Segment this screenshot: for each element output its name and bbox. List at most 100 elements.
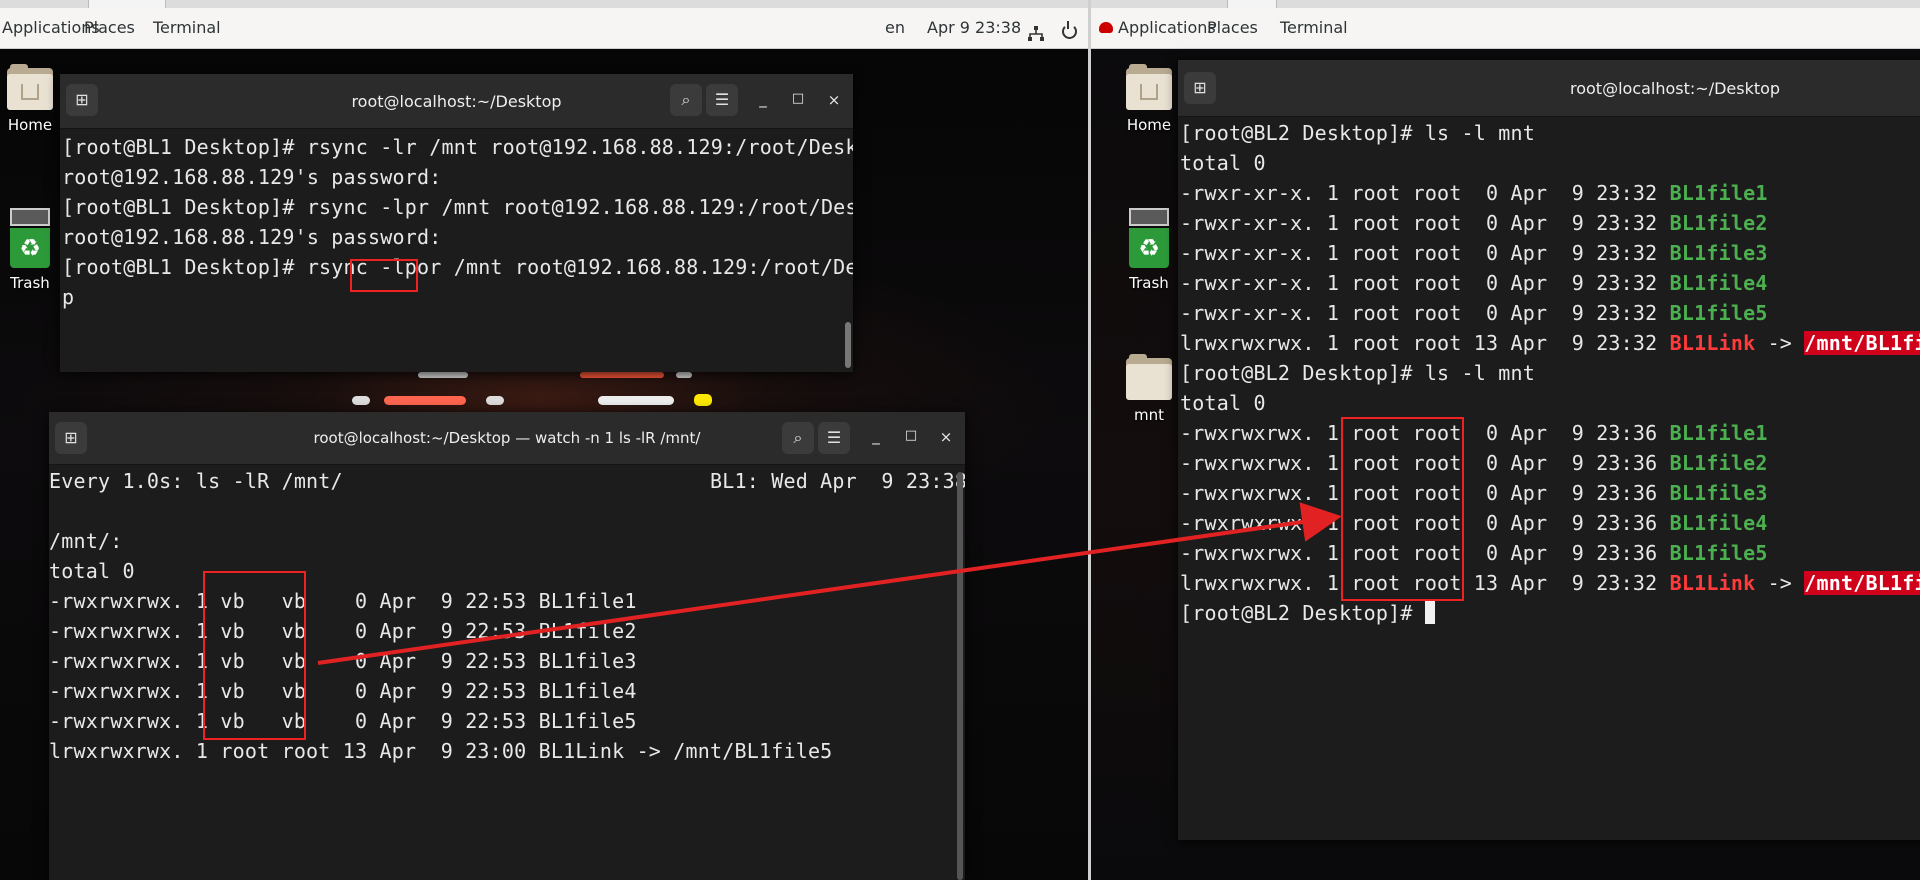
redhat-icon: [1099, 22, 1113, 33]
new-tab-button[interactable]: ⊞: [1184, 72, 1216, 104]
line: root@192.168.88.129's password:: [62, 225, 442, 249]
file-name: BL1file4: [1669, 511, 1768, 535]
line-text: -rwxr-xr-x. 1 root root 0 Apr 9 23:32: [1180, 181, 1670, 205]
titlebar[interactable]: ⊞ root@localhost:~/Desktop — watch -n 1 …: [49, 412, 965, 465]
clock[interactable]: Apr 9 23:38: [927, 19, 1021, 37]
trash-icon: ♻: [10, 208, 50, 268]
line: -rwxrwxrwx. 1 vb vb 0 Apr 9 22:53 BL1fil…: [49, 589, 637, 613]
link-arrow: ->: [1755, 331, 1805, 355]
desktop-trash[interactable]: ♻ Trash: [1109, 208, 1189, 292]
terminal-output[interactable]: [root@BL2 Desktop]# ls -l mnt total 0 -r…: [1180, 118, 1920, 628]
file-name: BL1file2: [1669, 451, 1768, 475]
search-button[interactable]: ⌕: [670, 84, 702, 116]
terminal-cursor: [1424, 600, 1435, 624]
line: [root@BL1 Desktop]# rsync -lpor /mnt roo…: [62, 255, 853, 279]
home-folder-icon: [7, 64, 53, 110]
file-name: BL1file2: [1669, 211, 1768, 235]
line-text: [root@BL2 Desktop]# ls -l mnt: [1180, 361, 1535, 385]
bg-light: [486, 396, 504, 405]
top-bar: Applications Places Terminal en Apr 9 23…: [0, 8, 1088, 49]
file-name: BL1file1: [1669, 181, 1768, 205]
window-title: root@localhost:~/Desktop: [1570, 79, 1781, 98]
watch-output[interactable]: Every 1.0s: ls -lR /mnt/ BL1: Wed Apr 9 …: [49, 466, 965, 766]
line: -rwxrwxrwx. 1 vb vb 0 Apr 9 22:53 BL1fil…: [49, 709, 637, 733]
line: -rwxrwxrwx. 1 vb vb 0 Apr 9 22:53 BL1fil…: [49, 619, 637, 643]
search-icon: ⌕: [681, 90, 691, 109]
search-button[interactable]: ⌕: [782, 422, 814, 454]
link-target: /mnt/BL1fil: [1804, 331, 1920, 355]
menu-button[interactable]: ☰: [706, 84, 738, 116]
desktop-mnt[interactable]: mnt: [1109, 354, 1189, 424]
home-folder-icon: [1126, 64, 1172, 110]
scrollbar[interactable]: [957, 472, 963, 880]
line: [root@BL1 Desktop]# rsync -lpr /mnt root…: [62, 195, 853, 219]
file-name: BL1file5: [1669, 541, 1768, 565]
terminal-output[interactable]: [root@BL1 Desktop]# rsync -lr /mnt root@…: [62, 132, 853, 312]
annotation-box-owner-vb: [203, 571, 306, 740]
line-text: lrwxrwxrwx. 1 root root 13 Apr 9 23:32: [1180, 331, 1670, 355]
hamburger-menu-icon: ☰: [826, 428, 842, 447]
folder-icon: [1126, 354, 1172, 400]
top-bar: Applications Places Terminal: [1091, 8, 1920, 49]
titlebar[interactable]: ⊞ root@localhost:~/Desktop ⌕ ☰ _ □ ×: [60, 74, 853, 129]
vm-tab-strip: [0, 0, 1088, 8]
close-button[interactable]: ×: [825, 91, 843, 109]
search-icon: ⌕: [793, 428, 803, 447]
terminal-window-rsync[interactable]: ⊞ root@localhost:~/Desktop ⌕ ☰ _ □ × [ro…: [60, 74, 853, 372]
link-arrow: ->: [1755, 571, 1805, 595]
file-name: BL1file1: [1669, 421, 1768, 445]
places-menu[interactable]: Places: [1207, 19, 1258, 37]
link-target: /mnt/BL1fil: [1804, 571, 1920, 595]
desktop-home[interactable]: Home: [1109, 64, 1189, 134]
line-text: total 0: [1180, 391, 1266, 415]
menu-button[interactable]: ☰: [818, 422, 850, 454]
bg-light: [598, 396, 674, 405]
vm-tab[interactable]: [1227, 0, 1277, 8]
power-icon[interactable]: [1062, 21, 1077, 39]
line: /mnt/:: [49, 529, 123, 553]
desktop-mnt-label: mnt: [1134, 406, 1164, 424]
bg-light: [694, 394, 712, 406]
network-icon[interactable]: [1028, 26, 1044, 42]
desktop-trash-label: Trash: [1129, 274, 1169, 292]
file-name: BL1file4: [1669, 271, 1768, 295]
minimize-button[interactable]: _: [867, 427, 885, 445]
line-text: -rwxr-xr-x. 1 root root 0 Apr 9 23:32: [1180, 211, 1670, 235]
terminal-menu[interactable]: Terminal: [153, 19, 221, 37]
vm-screen-right: Applications Places Terminal Home ♻ Tras…: [1091, 0, 1920, 880]
maximize-button[interactable]: □: [902, 428, 920, 443]
annotation-box-owner-root: [1341, 417, 1464, 601]
desktop-home-label: Home: [1126, 116, 1172, 134]
vm-tab[interactable]: [88, 0, 166, 8]
terminal-menu[interactable]: Terminal: [1280, 19, 1348, 37]
line: Every 1.0s: ls -lR /mnt/ BL1: Wed Apr 9 …: [49, 469, 965, 493]
line-text: [root@BL2 Desktop]#: [1180, 601, 1425, 625]
file-name: BL1Link: [1669, 571, 1756, 595]
line-text: -rwxr-xr-x. 1 root root 0 Apr 9 23:32: [1180, 271, 1670, 295]
vm-tab-strip: [1091, 0, 1920, 8]
line: root@192.168.88.129's password:: [62, 165, 442, 189]
titlebar[interactable]: ⊞ root@localhost:~/Desktop: [1178, 60, 1920, 117]
scrollbar[interactable]: [845, 322, 851, 368]
applications-menu[interactable]: Applications: [1118, 19, 1216, 37]
bg-light: [676, 372, 692, 378]
keyboard-language[interactable]: en: [885, 19, 905, 37]
minimize-button[interactable]: _: [754, 90, 772, 108]
hamburger-menu-icon: ☰: [714, 90, 730, 109]
places-menu[interactable]: Places: [84, 19, 135, 37]
new-tab-icon: ⊞: [1193, 78, 1207, 97]
maximize-button[interactable]: □: [789, 91, 807, 106]
terminal-window-bl2[interactable]: ⊞ root@localhost:~/Desktop [root@BL2 Des…: [1178, 60, 1920, 840]
line: -rwxrwxrwx. 1 vb vb 0 Apr 9 22:53 BL1fil…: [49, 679, 637, 703]
annotation-box-lpor: [350, 259, 418, 292]
close-button[interactable]: ×: [937, 428, 955, 446]
vm-screen-left: Applications Places Terminal en Apr 9 23…: [0, 0, 1088, 880]
bg-light: [418, 372, 468, 378]
terminal-window-watch[interactable]: ⊞ root@localhost:~/Desktop — watch -n 1 …: [49, 412, 965, 880]
line: [root@BL1 Desktop]# rsync -lr /mnt root@…: [62, 135, 853, 159]
file-name: BL1file3: [1669, 241, 1768, 265]
line: lrwxrwxrwx. 1 root root 13 Apr 9 23:00 B…: [49, 739, 833, 763]
line: p: [62, 285, 75, 309]
line-text: -rwxr-xr-x. 1 root root 0 Apr 9 23:32: [1180, 301, 1670, 325]
bg-light: [384, 396, 466, 405]
